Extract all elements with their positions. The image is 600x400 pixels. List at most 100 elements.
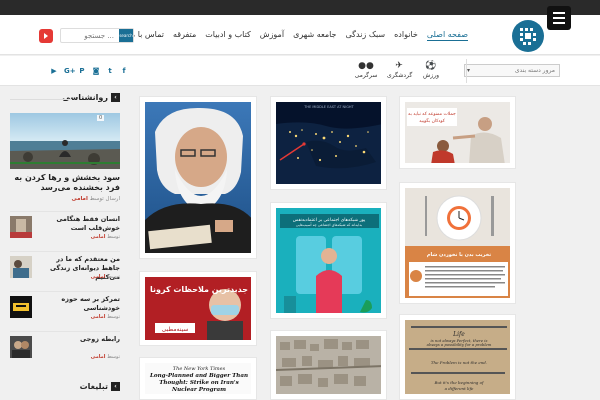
life-line3: always a possibility for a problem	[427, 342, 492, 347]
category-tourism[interactable]: ✈ گردشگری	[387, 61, 413, 79]
nav-books-literature[interactable]: کتاب و ادبیات	[205, 30, 251, 41]
network-line2: بدایه‌اند که شبکه‌های اجتماعی چه آسیب‌ها…	[296, 222, 362, 227]
nav-education[interactable]: آموزش	[260, 30, 284, 41]
search-button[interactable]: search	[119, 29, 133, 42]
category-select[interactable]: ▾ مرور دسته بندی	[464, 64, 560, 77]
google-plus-icon[interactable]: G+	[64, 67, 76, 75]
ads-section-title: تبلیغات ‹	[80, 382, 120, 391]
list-item-meta: توسط امامی	[36, 234, 120, 240]
author-link[interactable]: امامی	[91, 314, 106, 320]
pinterest-icon[interactable]: P	[78, 67, 86, 75]
post-card-corona[interactable]: جدیدترین ملاحظات کرونا سینه‌مطبی	[139, 271, 257, 346]
meta-prefix: ارسال توسط	[89, 196, 120, 202]
author-link[interactable]: امامی	[72, 196, 88, 202]
category-sports[interactable]: ⚽ ورزش	[419, 61, 443, 79]
category-entertainment-label: سرگرمی	[354, 72, 378, 79]
post-image[interactable]: جدیدترین ملاحظات کرونا سینه‌مطبی	[145, 277, 251, 340]
sidebar: روانشناسی ‹ 0 سود بخشش و رها کردن به فرد…	[10, 90, 120, 400]
divider	[466, 59, 467, 83]
post-image[interactable]	[145, 102, 251, 253]
youtube-button[interactable]	[39, 29, 53, 43]
list-item[interactable]: من معتقدم که ما در جاهط دیوانه‌ای زندگی …	[10, 251, 120, 289]
meta-prefix: توسط	[107, 314, 120, 320]
nav-urban-society[interactable]: جامعه شهری	[293, 30, 336, 41]
life-line5: But it's the beginning of	[433, 380, 485, 385]
list-item-title[interactable]: رابطه زوجی	[36, 335, 120, 344]
post-card-middle-east-night[interactable]: THE MIDDLE EAST AT NIGHT	[270, 96, 387, 190]
chevron-left-icon: ‹	[111, 382, 120, 391]
post-image[interactable]: جملات ممنوعه که نباید به کودکان بگویید	[405, 102, 510, 163]
post-card-nyt[interactable]: The New York Times Long-Planned and Bigg…	[139, 357, 257, 400]
featured-meta: ارسال توسط امامی	[10, 196, 121, 202]
children-line2: کودکان بگویید	[419, 117, 446, 124]
twitter-icon[interactable]: t	[106, 67, 114, 75]
category-tourism-label: گردشگری	[387, 72, 413, 79]
featured-title[interactable]: سود بخشش و رها کردن به فرد بخشنده می‌رسد	[10, 173, 120, 193]
post-image[interactable]	[276, 336, 381, 394]
meta-prefix: توسط	[107, 274, 120, 280]
play-icon	[44, 33, 48, 39]
nav-home[interactable]: صفحه اصلی	[426, 30, 468, 41]
chevron-down-icon: ▾	[467, 67, 471, 74]
post-card-old-man[interactable]	[139, 96, 257, 259]
author-link[interactable]: امامی	[91, 354, 106, 360]
nav-family[interactable]: خانواده	[394, 30, 418, 41]
nyt-headline: Long-Planned and Bigger Than Thought: St…	[149, 373, 249, 393]
social-links: ▶ G+ P ◙ t f	[50, 67, 128, 75]
post-card-skipping-dinner[interactable]: تخریب بدن با نخوردن شام	[399, 182, 516, 304]
post-card-social-networks[interactable]: پور شبکه‌های اجتماعی بر اعتمادبه‌نفس بدا…	[270, 202, 387, 319]
search-input[interactable]	[61, 29, 117, 42]
hamburger-menu-button[interactable]	[547, 6, 571, 30]
list-item-meta: توسط امامی	[36, 354, 120, 360]
site-header: صفحه اصلی خانواده سبک زندگی جامعه شهری آ…	[0, 6, 600, 55]
dinner-title: تخریب بدن با نخوردن شام	[427, 252, 491, 258]
list-item[interactable]: تمرکز بر سه حوزه خودشناسی توسط امامی	[10, 291, 120, 329]
children-line1: جملات ممنوعه که نباید به	[408, 111, 456, 117]
life-word: Life	[452, 331, 465, 338]
nav-lifestyle[interactable]: سبک زندگی	[346, 30, 386, 41]
list-item-thumbnail[interactable]	[10, 216, 32, 238]
map-label: THE MIDDLE EAST AT NIGHT	[303, 105, 354, 109]
facebook-icon[interactable]: f	[120, 67, 128, 75]
post-card-children-phrases[interactable]: جملات ممنوعه که نباید به کودکان بگویید	[399, 96, 516, 169]
list-item-thumbnail[interactable]	[10, 256, 32, 278]
meta-prefix: توسط	[107, 234, 120, 240]
list-item-meta: توسط امامی	[36, 314, 120, 320]
youtube-icon[interactable]: ▶	[50, 67, 58, 75]
comment-count-badge: 0	[97, 115, 105, 121]
post-image[interactable]: تخریب بدن با نخوردن شام	[405, 188, 510, 298]
sidebar-section-title: روانشناسی ‹	[62, 93, 120, 102]
post-image[interactable]: The New York Times Long-Planned and Bigg…	[145, 363, 251, 394]
post-card-life-quote[interactable]: Life is not always Perfect, there is alw…	[399, 314, 516, 400]
category-sports-label: ورزش	[422, 72, 440, 79]
section-title-text[interactable]: روانشناسی	[62, 93, 108, 102]
list-item[interactable]: رابطه زوجی توسط امامی	[10, 331, 120, 369]
category-entertainment[interactable]: ●● سرگرمی	[354, 61, 378, 79]
list-item-title[interactable]: تمرکز بر سه حوزه خودشناسی	[36, 295, 120, 313]
list-item-title[interactable]: انسان فقط هنگامی خوش‌قلب است	[36, 215, 120, 233]
post-image[interactable]: THE MIDDLE EAST AT NIGHT	[276, 102, 381, 184]
featured-image[interactable]: 0	[10, 113, 120, 169]
main-nav: صفحه اصلی خانواده سبک زندگی جامعه شهری آ…	[128, 30, 468, 41]
list-item-thumbnail[interactable]	[10, 296, 32, 318]
nav-miscellaneous[interactable]: متفرقه	[173, 30, 196, 41]
list-item[interactable]: انسان فقط هنگامی خوش‌قلب است توسط امامی	[10, 211, 120, 249]
site-logo[interactable]	[512, 20, 544, 52]
chevron-left-icon: ‹	[111, 93, 120, 102]
post-image[interactable]: Life is not always Perfect, there is alw…	[405, 320, 510, 394]
author-link[interactable]: امامی	[91, 234, 106, 240]
top-bar	[0, 0, 600, 15]
post-image[interactable]: پور شبکه‌های اجتماعی بر اعتمادبه‌نفس بدا…	[276, 208, 381, 313]
corona-sub: سینه‌مطبی	[162, 326, 189, 333]
search-box: search	[60, 28, 134, 43]
list-item-thumbnail[interactable]	[10, 336, 32, 358]
instagram-icon[interactable]: ◙	[92, 67, 100, 75]
life-line4: The Problem is not the end.	[431, 360, 487, 365]
ads-title-text: تبلیغات	[79, 382, 108, 391]
list-item-meta: توسط امامی	[36, 274, 120, 280]
corona-title: جدیدترین ملاحظات کرونا	[150, 285, 248, 294]
post-card-city[interactable]	[270, 330, 387, 400]
divider	[10, 99, 72, 100]
author-link[interactable]: امامی	[91, 274, 106, 280]
logo-pattern-icon	[520, 28, 536, 45]
